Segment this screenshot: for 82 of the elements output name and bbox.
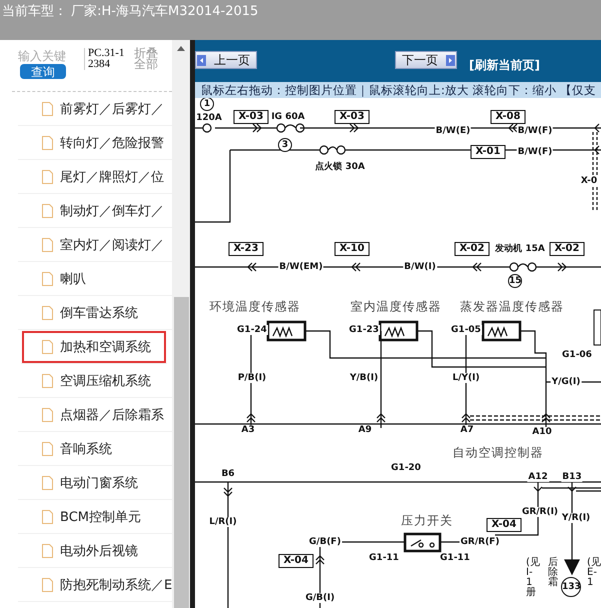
wire-label: Y/G(I) xyxy=(550,377,582,387)
document-icon xyxy=(42,544,53,558)
document-icon xyxy=(42,238,53,252)
wire-label: A3 xyxy=(240,425,256,435)
document-icon xyxy=(42,170,53,184)
document-icon xyxy=(42,340,53,354)
wire-label: G1-24 xyxy=(236,325,268,335)
wire-label: A9 xyxy=(357,425,373,435)
wire-label: B/W(I) xyxy=(403,262,437,272)
component-label: 压力开关 xyxy=(401,514,453,528)
document-icon xyxy=(42,136,53,150)
connector-label: X-10 xyxy=(334,242,370,256)
component-label: 自动空调控制器 xyxy=(452,446,544,460)
wire-label: B/W(E) xyxy=(434,126,472,136)
wire-label: G/B(F) xyxy=(308,537,342,547)
vertical-note: 后除霜 xyxy=(548,558,558,588)
left-arrow-icon xyxy=(197,54,206,66)
connector-label: X-04 xyxy=(278,554,314,568)
wire-label: G1-05 xyxy=(450,325,482,335)
connector-label: X-02 xyxy=(550,242,584,256)
wire-label: GR/R(I) xyxy=(520,507,560,517)
wire-label: G1-06 xyxy=(561,350,593,360)
connector-label: X-08 xyxy=(490,110,526,124)
circled-number: 133 xyxy=(561,577,581,597)
component-label: 室内温度传感器 xyxy=(350,300,442,314)
wire-label: GR/R(F) xyxy=(460,537,500,547)
right-arrow-icon xyxy=(446,54,455,66)
component-label: 蒸发器温度传感器 xyxy=(460,300,564,314)
wire-label: L/R(I) xyxy=(208,517,238,527)
wire-label: 点火锁 30A xyxy=(314,162,366,172)
circled-number: 15 xyxy=(508,274,522,288)
scrollbar-thumb[interactable] xyxy=(174,297,188,608)
document-icon xyxy=(42,374,53,388)
document-icon xyxy=(42,306,53,320)
document-icon xyxy=(42,272,53,286)
circled-number: 3 xyxy=(278,138,292,152)
connector-label: X-01 xyxy=(470,145,506,159)
scrollbar[interactable] xyxy=(172,40,190,608)
document-icon xyxy=(42,204,53,218)
wire-label: B13 xyxy=(561,472,583,482)
wire-label: B6 xyxy=(220,469,236,479)
wire-label: B/W(EM) xyxy=(278,262,324,272)
wire-label: 120A xyxy=(195,113,223,123)
sidebar-item[interactable]: 加热和空调系统 xyxy=(21,330,167,364)
wire-label: G1-23 xyxy=(348,325,380,335)
refresh-link[interactable]: [刷新当前页] xyxy=(469,57,540,74)
wire-label: G1-11 xyxy=(368,553,400,563)
wire-label: Y/R(I) xyxy=(560,513,592,523)
document-icon xyxy=(42,510,53,524)
connector-label: X-03 xyxy=(234,110,268,124)
wire-label: G1-11 xyxy=(439,553,471,563)
document-icon xyxy=(42,578,53,592)
wire-label: P/B(I) xyxy=(236,373,268,383)
car-model-title: 当前车型： 厂家:H-海马汽车M32014-2015 xyxy=(1,3,258,21)
wire-label: B/W(F) xyxy=(516,147,554,157)
document-icon xyxy=(42,408,53,422)
wire-label: A7 xyxy=(459,425,475,435)
document-icon xyxy=(42,102,53,116)
wire-label: G1-20 xyxy=(390,463,422,473)
document-icon xyxy=(42,476,53,490)
wire-label: 发动机 15A xyxy=(494,244,546,254)
circled-number: 1 xyxy=(200,98,214,111)
connector-label: X-02 xyxy=(454,242,490,256)
code-text: PC.31-12384 xyxy=(84,48,128,70)
wire-label: G/B(I) xyxy=(304,593,336,603)
connector-label: X-04 xyxy=(486,518,522,532)
wire-label: A12 xyxy=(527,472,549,482)
next-page-button[interactable]: 下一页 xyxy=(395,51,457,69)
search-button[interactable]: 查询 xyxy=(20,64,66,79)
hint-text: 鼠标左右拖动：控制图片位置｜鼠标滚轮向上:放大 滚轮向下：缩小 【仅支 xyxy=(201,83,596,97)
wire-label: L/Y(I) xyxy=(451,373,481,383)
wire-label: X-0 xyxy=(580,176,598,186)
wire-label: A10 xyxy=(531,427,553,437)
wire-label: Y/B(I) xyxy=(348,373,380,383)
component-label: 环境温度传感器 xyxy=(210,300,300,314)
scroll-up-icon[interactable] xyxy=(177,46,185,51)
document-icon xyxy=(42,442,53,456)
wire-label: IG 60A xyxy=(270,112,306,122)
wire-label: B/W(F) xyxy=(516,126,554,136)
previous-page-button[interactable]: 上一页 xyxy=(195,51,257,69)
connector-label: X-03 xyxy=(334,110,370,124)
connector-label: X-23 xyxy=(228,242,264,256)
